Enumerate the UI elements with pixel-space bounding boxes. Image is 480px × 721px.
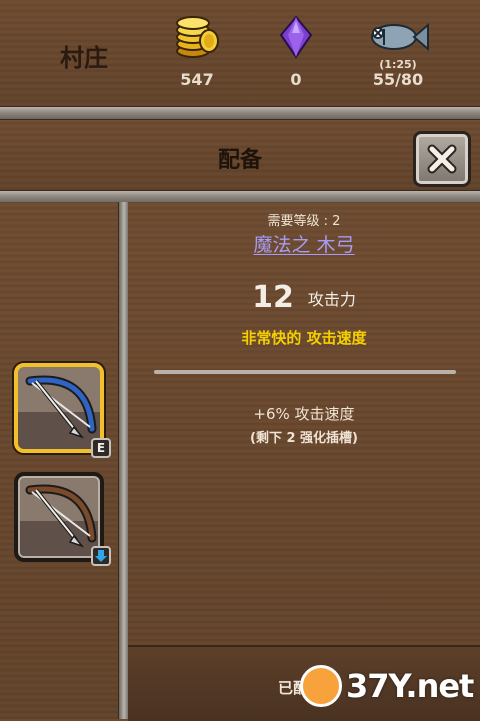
gem-resource: 0 — [256, 14, 336, 89]
title-bar: 配备 — [0, 120, 480, 190]
gold-amount: 547 — [180, 70, 214, 89]
gold-resource: 547 — [157, 14, 237, 89]
swap-badge — [91, 546, 111, 566]
gem-amount: 0 — [290, 70, 302, 89]
village-title[interactable]: 村庄 — [60, 38, 108, 73]
top-divider-rail — [0, 106, 480, 120]
panel-title: 配备 — [217, 148, 262, 173]
blue-bow-icon — [25, 375, 97, 439]
fish-resource: (1:25) 55/80 — [358, 14, 438, 89]
bonus-stat: +6% 攻击速度 — [253, 405, 355, 423]
inventory-panel — [0, 202, 118, 719]
equipped-badge: E — [91, 438, 111, 458]
attack-value: 12 — [252, 280, 294, 315]
attack-speed: 非常快的 攻击速度 — [241, 329, 367, 347]
purple-gem-icon — [256, 14, 336, 60]
gold-coins-icon — [157, 14, 237, 60]
item-name-text: 魔法之 木弓 — [253, 234, 355, 256]
resource-bar: 村庄 547 0 (1:25) 55/80 — [0, 0, 480, 108]
attack-label: 攻击力 — [307, 289, 356, 309]
fish-icon — [358, 14, 438, 60]
close-button[interactable] — [413, 131, 471, 187]
level-requirement: 需要等级 : 2 — [267, 214, 341, 229]
watermark-logo — [300, 665, 342, 707]
attack-stat: 12 攻击力 — [128, 280, 480, 315]
watermark: 37Y.net — [300, 665, 474, 707]
upgrade-slots: (剩下 2 强化插槽) — [250, 431, 358, 446]
watermark-text: 37Y.net — [346, 667, 474, 705]
wooden-bow-icon — [25, 484, 97, 548]
item-name[interactable]: 魔法之 木弓 — [128, 230, 480, 257]
fish-amount: 55/80 — [372, 70, 424, 89]
fish-timer: (1:25) — [379, 58, 417, 71]
down-arrow-icon — [95, 550, 107, 562]
item-detail-panel: 需要等级 : 2 魔法之 木弓 12 攻击力 非常快的 攻击速度 +6% 攻击速度… — [128, 202, 480, 719]
stats-divider — [154, 370, 456, 374]
close-x-icon — [427, 144, 457, 174]
